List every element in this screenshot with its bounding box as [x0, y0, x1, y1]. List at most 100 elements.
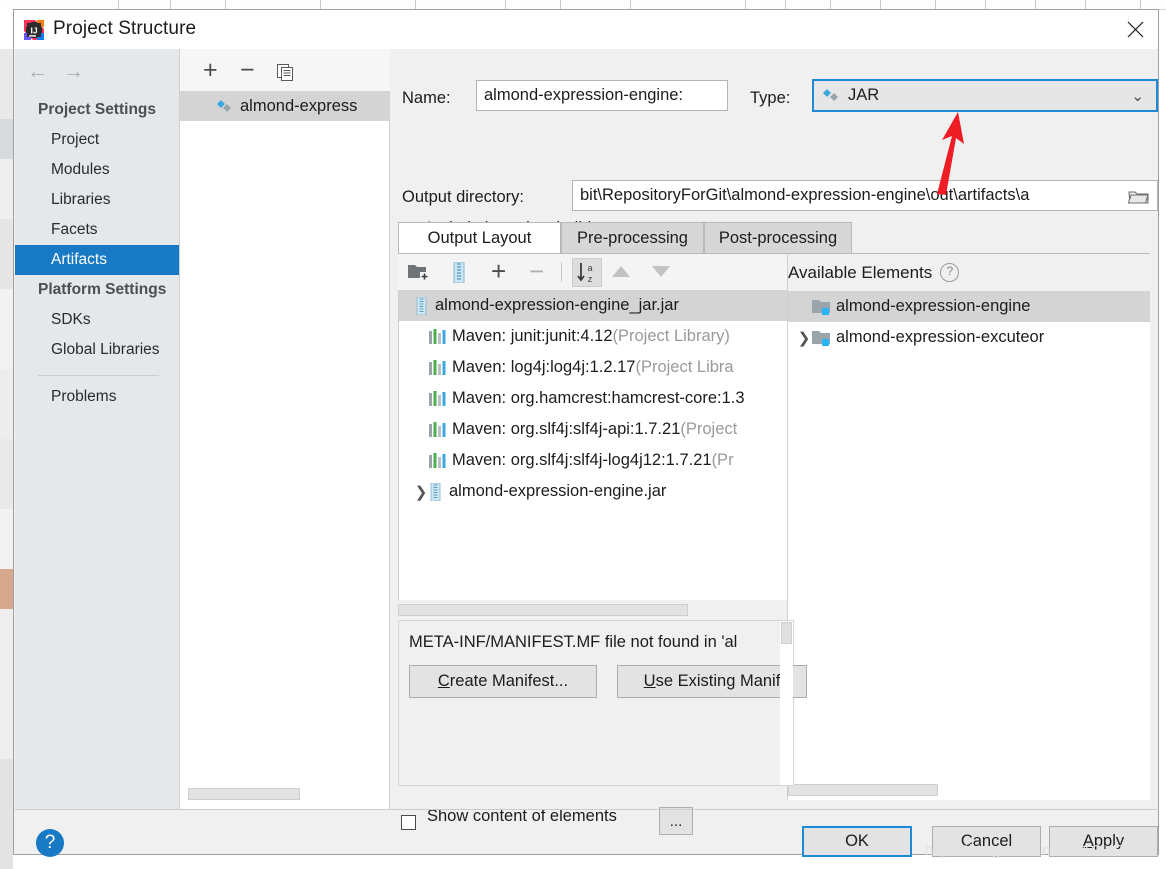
sidebar-item-libraries[interactable]: Libraries	[15, 185, 179, 215]
artifact-type-value: JAR	[848, 86, 880, 104]
dialog-titlebar: IJ Project Structure	[14, 10, 1158, 49]
tab-pre-processing[interactable]: Pre-processing	[561, 222, 704, 254]
library-icon	[429, 391, 446, 406]
tree-twisty-icon[interactable]: ❯	[413, 483, 429, 501]
list-item[interactable]: ❯ almond-expression-excuteor	[788, 322, 1150, 353]
module-folder-icon	[812, 330, 832, 346]
jar-icon	[429, 482, 442, 501]
add-archive-icon[interactable]	[451, 261, 467, 288]
artifact-diamond-icon	[822, 87, 841, 104]
arrow-right-icon[interactable]: →	[63, 61, 84, 82]
sidebar-list: Project Settings Project Modules Librari…	[15, 95, 179, 412]
table-row[interactable]: ❯ almond-expression-engine.jar	[399, 476, 794, 507]
sidebar-item-sdks[interactable]: SDKs	[15, 305, 179, 335]
show-content-checkbox[interactable]	[401, 815, 416, 830]
library-icon	[429, 453, 446, 468]
available-tree-hscrollbar[interactable]	[788, 784, 938, 796]
background-left-bleed	[0, 9, 13, 869]
table-row[interactable]: Maven: org.slf4j:slf4j-log4j12:1.7.21 (P…	[399, 445, 794, 476]
show-content-options-button[interactable]: ...	[659, 807, 693, 835]
settings-sidebar: ← → Project Settings Project Modules Lib…	[15, 49, 179, 809]
artifact-diamond-icon	[216, 98, 233, 115]
list-item[interactable]: almond-express	[180, 91, 390, 121]
create-manifest-button[interactable]: Create Manifest...	[409, 665, 597, 698]
use-existing-manifest-label: se Existing Manif	[655, 672, 781, 690]
tree-row-label: Maven: org.hamcrest:hamcrest-core:1.3	[452, 389, 745, 407]
toolbar-divider	[561, 262, 562, 282]
available-elements-tree[interactable]: almond-expression-engine ❯ almond-express…	[788, 291, 1150, 353]
table-row[interactable]: Maven: log4j:log4j:1.2.17 (Project Libra	[399, 352, 794, 383]
use-existing-manifest-button[interactable]: Use Existing Manif	[617, 665, 807, 698]
output-tree-hscrollbar[interactable]	[398, 604, 688, 616]
artifacts-list-panel: + − almond-express	[179, 49, 390, 809]
manifest-message: META-INF/MANIFEST.MF file not found in '…	[409, 633, 738, 651]
sidebar-group-platform-settings: Platform Settings	[38, 281, 167, 298]
output-layout-tree[interactable]: almond-expression-engine_jar.jar Maven: …	[398, 290, 794, 600]
help-icon[interactable]: ?	[36, 829, 64, 857]
copy-icon[interactable]	[277, 64, 295, 87]
add-element-icon[interactable]: +	[491, 258, 506, 284]
sidebar-item-problems[interactable]: Problems	[15, 382, 179, 412]
artifact-type-select[interactable]: JAR ⌄	[812, 79, 1158, 112]
name-label: Name:	[402, 89, 451, 107]
sidebar-item-modules[interactable]: Modules	[15, 155, 179, 185]
move-up-icon	[611, 265, 631, 283]
tree-row-label: Maven: org.slf4j:slf4j-api:1.7.21	[452, 420, 681, 438]
project-structure-dialog: IJ Project Structure ← → Project Setting…	[13, 9, 1159, 857]
type-label: Type:	[750, 89, 791, 107]
list-item[interactable]: almond-expression-engine	[788, 291, 1150, 322]
output-directory-input[interactable]: bit\RepositoryForGit\almond-expression-e…	[572, 180, 1158, 211]
sidebar-group-project-settings: Project Settings	[38, 101, 156, 118]
available-elements-panel: Available Elements ? almond-expression-e…	[787, 254, 1150, 800]
library-icon	[429, 329, 446, 344]
sidebar-item-global-libraries[interactable]: Global Libraries	[15, 335, 179, 365]
svg-text:IJ: IJ	[30, 26, 37, 36]
create-manifest-mnemonic: C	[437, 672, 450, 690]
ok-button[interactable]: OK	[802, 826, 912, 857]
sidebar-item-artifacts[interactable]: Artifacts	[15, 245, 179, 275]
list-item-label: almond-expression-engine	[836, 297, 1031, 315]
folder-browse-icon[interactable]	[1122, 182, 1156, 210]
tree-row-label: Maven: log4j:log4j:1.2.17	[452, 358, 636, 376]
tree-row-suffix: (Project	[680, 420, 738, 438]
add-directory-icon[interactable]	[407, 262, 431, 287]
table-row[interactable]: almond-expression-engine_jar.jar	[399, 290, 794, 321]
available-elements-header: Available Elements ?	[788, 254, 1150, 291]
table-row[interactable]: Maven: junit:junit:4.12 (Project Library…	[399, 321, 794, 352]
arrow-left-icon[interactable]: ←	[27, 61, 48, 82]
table-row[interactable]: Maven: org.slf4j:slf4j-api:1.7.21 (Proje…	[399, 414, 794, 445]
table-row[interactable]: Maven: org.hamcrest:hamcrest-core:1.3	[399, 383, 794, 414]
intellij-idea-icon: IJ	[24, 20, 44, 40]
use-existing-mnemonic: U	[643, 672, 656, 690]
library-icon	[429, 360, 446, 375]
artifact-name-input[interactable]: almond-expression-engine:	[476, 80, 728, 111]
add-artifact-button[interactable]: +	[203, 58, 218, 83]
sidebar-item-project[interactable]: Project	[15, 125, 179, 155]
manifest-panel: META-INF/MANIFEST.MF file not found in '…	[398, 620, 807, 786]
close-icon[interactable]	[1112, 10, 1158, 49]
svg-text:a: a	[587, 263, 592, 273]
list-item-label: almond-express	[240, 96, 358, 115]
library-icon	[429, 422, 446, 437]
page-title: Project Structure	[53, 18, 197, 39]
sidebar-item-facets[interactable]: Facets	[15, 215, 179, 245]
tab-post-processing[interactable]: Post-processing	[704, 222, 852, 254]
tree-twisty-icon[interactable]: ❯	[796, 329, 812, 347]
tree-row-suffix: (Project Libra	[635, 358, 734, 376]
sidebar-divider	[38, 375, 159, 376]
chevron-down-icon: ⌄	[1131, 87, 1144, 105]
available-elements-title: Available Elements	[788, 262, 933, 282]
output-layout-toolbar: + − a z	[398, 254, 794, 291]
artifacts-list-hscrollbar[interactable]	[188, 788, 300, 800]
tab-output-layout[interactable]: Output Layout	[398, 222, 561, 254]
output-directory-label: Output directory:	[402, 188, 524, 206]
artifacts-list-toolbar: + −	[180, 49, 390, 92]
sidebar-history-bar: ← →	[15, 49, 179, 89]
manifest-vscrollbar[interactable]	[780, 621, 793, 785]
sort-az-icon[interactable]: a z	[572, 258, 602, 287]
footer-divider	[15, 809, 1159, 810]
remove-artifact-button[interactable]: −	[240, 58, 255, 83]
tree-row-label: almond-expression-engine.jar	[449, 482, 667, 500]
help-circle-icon[interactable]: ?	[940, 263, 960, 282]
tree-row-label: almond-expression-engine_jar.jar	[435, 296, 679, 314]
